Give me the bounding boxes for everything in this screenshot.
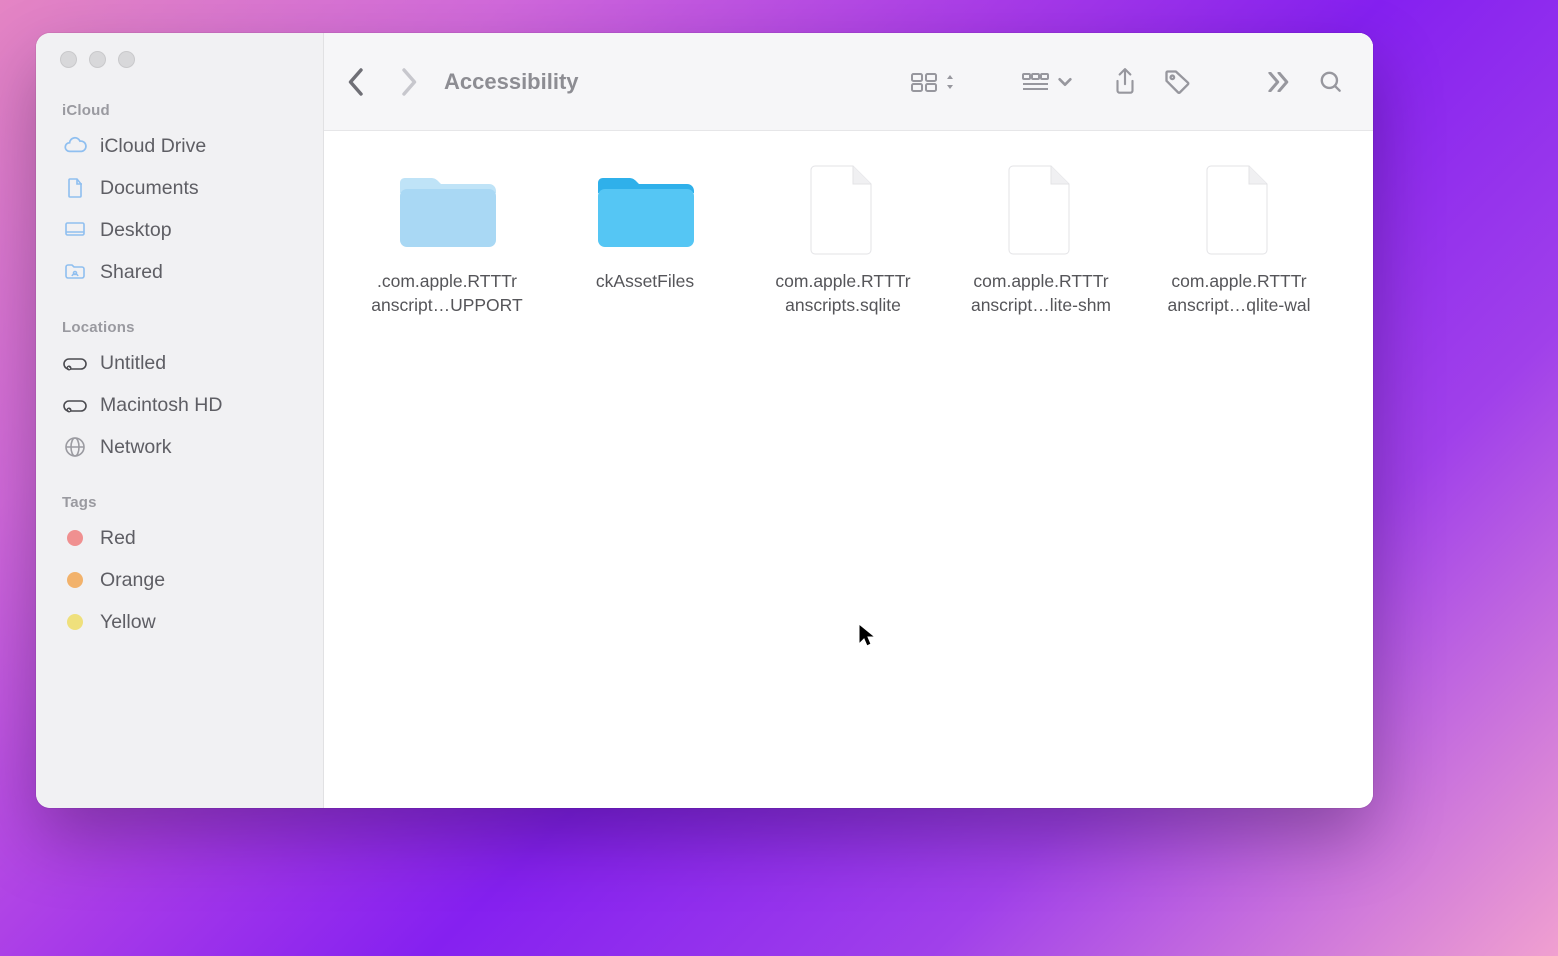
window-controls [36, 51, 323, 68]
item-label: com.apple.RTTTranscripts.sqlite [771, 269, 914, 318]
cloud-icon [62, 133, 88, 159]
shared-folder-icon [62, 259, 88, 285]
globe-icon [62, 434, 88, 460]
folder-item[interactable]: .com.apple.RTTTranscript…UPPORT [348, 161, 546, 318]
sidebar-item-label: Network [100, 436, 172, 459]
tag-dot-icon [62, 609, 88, 635]
main-panel: Accessibility [324, 33, 1373, 808]
sidebar-item-untitled[interactable]: Untitled [36, 342, 323, 384]
file-icon [784, 161, 902, 259]
sidebar-tag-red[interactable]: Red [36, 517, 323, 559]
sidebar-section-icloud: iCloud [36, 96, 323, 125]
file-item[interactable]: com.apple.RTTTranscript…lite-shm [942, 161, 1140, 318]
sidebar: iCloud iCloud Drive Documents Desktop Sh… [36, 33, 324, 808]
zoom-button[interactable] [118, 51, 135, 68]
share-button[interactable] [1103, 60, 1147, 104]
sidebar-item-label: Red [100, 527, 136, 550]
disk-icon [62, 350, 88, 376]
tag-dot-icon [62, 525, 88, 551]
back-button[interactable] [334, 60, 378, 104]
sidebar-item-label: Macintosh HD [100, 394, 222, 417]
item-label: com.apple.RTTTranscript…lite-shm [967, 269, 1115, 318]
window-title: Accessibility [444, 69, 579, 95]
item-label: ckAssetFiles [592, 269, 698, 295]
sidebar-item-icloud-drive[interactable]: iCloud Drive [36, 125, 323, 167]
desktop-icon [62, 217, 88, 243]
folder-icon [586, 161, 704, 259]
disk-icon [62, 392, 88, 418]
tag-dot-icon [62, 567, 88, 593]
file-icon [1180, 161, 1298, 259]
sidebar-section-locations: Locations [36, 313, 323, 342]
toolbar: Accessibility [324, 33, 1373, 131]
item-label: com.apple.RTTTranscript…qlite-wal [1164, 269, 1315, 318]
forward-button[interactable] [386, 60, 430, 104]
file-item[interactable]: com.apple.RTTTranscripts.sqlite [744, 161, 942, 318]
search-button[interactable] [1309, 60, 1353, 104]
document-icon [62, 175, 88, 201]
view-mode-button[interactable] [909, 70, 957, 94]
sidebar-item-label: iCloud Drive [100, 135, 206, 158]
sidebar-item-documents[interactable]: Documents [36, 167, 323, 209]
sidebar-item-label: Desktop [100, 219, 172, 242]
sidebar-item-network[interactable]: Network [36, 426, 323, 468]
file-browser[interactable]: .com.apple.RTTTranscript…UPPORT ckAssetF… [324, 131, 1373, 808]
sidebar-item-shared[interactable]: Shared [36, 251, 323, 293]
sidebar-item-label: Orange [100, 569, 165, 592]
overflow-button[interactable] [1257, 60, 1301, 104]
sidebar-item-label: Shared [100, 261, 163, 284]
sidebar-item-macintosh-hd[interactable]: Macintosh HD [36, 384, 323, 426]
finder-window: iCloud iCloud Drive Documents Desktop Sh… [36, 33, 1373, 808]
mouse-cursor [858, 623, 876, 649]
sidebar-section-tags: Tags [36, 488, 323, 517]
item-label: .com.apple.RTTTranscript…UPPORT [367, 269, 526, 318]
sidebar-item-desktop[interactable]: Desktop [36, 209, 323, 251]
sidebar-tag-orange[interactable]: Orange [36, 559, 323, 601]
folder-icon [388, 161, 506, 259]
sidebar-tag-yellow[interactable]: Yellow [36, 601, 323, 643]
file-icon [982, 161, 1100, 259]
minimize-button[interactable] [89, 51, 106, 68]
file-item[interactable]: com.apple.RTTTranscript…qlite-wal [1140, 161, 1338, 318]
close-button[interactable] [60, 51, 77, 68]
tags-button[interactable] [1155, 60, 1199, 104]
sidebar-item-label: Documents [100, 177, 199, 200]
folder-item[interactable]: ckAssetFiles [546, 161, 744, 318]
sidebar-item-label: Untitled [100, 352, 166, 375]
group-by-button[interactable] [1021, 70, 1073, 94]
sidebar-item-label: Yellow [100, 611, 156, 634]
